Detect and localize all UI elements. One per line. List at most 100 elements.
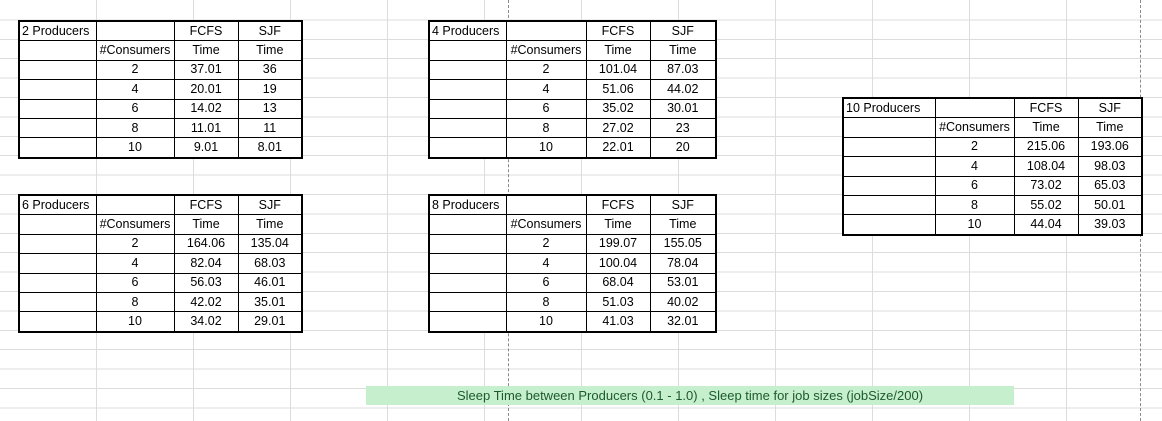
fcfs-time-cell[interactable]: 51.06	[585, 79, 651, 100]
consumers-cell[interactable]: 6	[505, 272, 587, 293]
fcfs-time-cell[interactable]: 41.03	[585, 311, 651, 333]
cell[interactable]	[18, 233, 97, 255]
table-title[interactable]: 10 Producers	[842, 97, 936, 119]
time-header[interactable]: Time	[173, 40, 239, 61]
cell[interactable]	[428, 214, 507, 235]
cell[interactable]	[18, 253, 97, 274]
fcfs-time-cell[interactable]: 68.04	[585, 272, 651, 293]
consumers-cell[interactable]: 4	[934, 156, 1015, 177]
time-header[interactable]: Time	[649, 40, 717, 61]
sjf-time-cell[interactable]: 135.04	[237, 233, 303, 255]
cell[interactable]	[428, 79, 507, 100]
fcfs-time-cell[interactable]: 100.04	[585, 253, 651, 274]
cell[interactable]	[842, 214, 936, 236]
time-header[interactable]: Time	[237, 214, 303, 235]
fcfs-time-cell[interactable]: 101.04	[585, 59, 651, 81]
table-title[interactable]: 2 Producers	[18, 20, 97, 42]
consumers-header[interactable]: #Consumers	[934, 117, 1015, 138]
consumers-cell[interactable]: 4	[505, 253, 587, 274]
consumers-cell[interactable]: 10	[95, 311, 175, 333]
cell[interactable]	[842, 117, 936, 138]
consumers-cell[interactable]: 6	[95, 98, 175, 119]
consumers-cell[interactable]: 2	[95, 59, 175, 81]
cell[interactable]	[95, 20, 175, 42]
consumers-cell[interactable]: 6	[95, 272, 175, 293]
cell[interactable]	[428, 253, 507, 274]
sjf-time-cell[interactable]: 13	[237, 98, 303, 119]
column-header-fcfs[interactable]: FCFS	[173, 194, 239, 216]
cell[interactable]	[95, 194, 175, 216]
sjf-time-cell[interactable]: 20	[649, 137, 717, 159]
column-header-sjf[interactable]: SJF	[649, 194, 717, 216]
consumers-cell[interactable]: 8	[505, 291, 587, 313]
sjf-time-cell[interactable]: 98.03	[1077, 156, 1143, 177]
cell[interactable]	[842, 156, 936, 177]
time-header[interactable]: Time	[1077, 117, 1143, 138]
column-header-fcfs[interactable]: FCFS	[585, 194, 651, 216]
sjf-time-cell[interactable]: 53.01	[649, 272, 717, 293]
sjf-time-cell[interactable]: 19	[237, 79, 303, 100]
fcfs-time-cell[interactable]: 34.02	[173, 311, 239, 333]
cell[interactable]	[18, 40, 97, 61]
cell[interactable]	[428, 40, 507, 61]
cell[interactable]	[428, 98, 507, 119]
cell[interactable]	[18, 59, 97, 81]
consumers-cell[interactable]: 2	[505, 233, 587, 255]
sjf-time-cell[interactable]: 36	[237, 59, 303, 81]
consumers-cell[interactable]: 10	[95, 137, 175, 159]
fcfs-time-cell[interactable]: 14.02	[173, 98, 239, 119]
cell[interactable]	[428, 137, 507, 159]
fcfs-time-cell[interactable]: 42.02	[173, 291, 239, 313]
cell[interactable]	[428, 117, 507, 139]
consumers-header[interactable]: #Consumers	[95, 40, 175, 61]
column-header-fcfs[interactable]: FCFS	[585, 20, 651, 42]
cell[interactable]	[18, 117, 97, 139]
sjf-time-cell[interactable]: 65.03	[1077, 175, 1143, 196]
consumers-cell[interactable]: 4	[95, 79, 175, 100]
cell[interactable]	[18, 291, 97, 313]
sjf-time-cell[interactable]: 8.01	[237, 137, 303, 159]
sjf-time-cell[interactable]: 35.01	[237, 291, 303, 313]
sjf-time-cell[interactable]: 155.05	[649, 233, 717, 255]
sjf-time-cell[interactable]: 46.01	[237, 272, 303, 293]
sjf-time-cell[interactable]: 11	[237, 117, 303, 139]
cell[interactable]	[428, 291, 507, 313]
sjf-time-cell[interactable]: 32.01	[649, 311, 717, 333]
column-header-sjf[interactable]: SJF	[237, 20, 303, 42]
time-header[interactable]: Time	[585, 214, 651, 235]
consumers-header[interactable]: #Consumers	[505, 214, 587, 235]
cell[interactable]	[428, 311, 507, 333]
fcfs-time-cell[interactable]: 73.02	[1013, 175, 1079, 196]
sjf-time-cell[interactable]: 193.06	[1077, 136, 1143, 158]
consumers-cell[interactable]: 6	[934, 175, 1015, 196]
sjf-time-cell[interactable]: 78.04	[649, 253, 717, 274]
fcfs-time-cell[interactable]: 22.01	[585, 137, 651, 159]
cell[interactable]	[18, 311, 97, 333]
time-header[interactable]: Time	[1013, 117, 1079, 138]
fcfs-time-cell[interactable]: 82.04	[173, 253, 239, 274]
fcfs-time-cell[interactable]: 44.04	[1013, 214, 1079, 236]
cell[interactable]	[505, 20, 587, 42]
fcfs-time-cell[interactable]: 108.04	[1013, 156, 1079, 177]
sjf-time-cell[interactable]: 50.01	[1077, 194, 1143, 216]
cell[interactable]	[18, 272, 97, 293]
consumers-cell[interactable]: 2	[95, 233, 175, 255]
fcfs-time-cell[interactable]: 9.01	[173, 137, 239, 159]
column-header-sjf[interactable]: SJF	[237, 194, 303, 216]
consumers-header[interactable]: #Consumers	[95, 214, 175, 235]
table-title[interactable]: 8 Producers	[428, 194, 507, 216]
consumers-cell[interactable]: 8	[505, 117, 587, 139]
fcfs-time-cell[interactable]: 35.02	[585, 98, 651, 119]
consumers-cell[interactable]: 6	[505, 98, 587, 119]
sjf-time-cell[interactable]: 68.03	[237, 253, 303, 274]
table-title[interactable]: 4 Producers	[428, 20, 507, 42]
sjf-time-cell[interactable]: 87.03	[649, 59, 717, 81]
consumers-cell[interactable]: 4	[505, 79, 587, 100]
notes-banner-cell[interactable]: Sleep Time between Producers (0.1 - 1.0)…	[366, 386, 1014, 405]
consumers-header[interactable]: #Consumers	[505, 40, 587, 61]
column-header-sjf[interactable]: SJF	[1077, 97, 1143, 119]
consumers-cell[interactable]: 8	[934, 194, 1015, 216]
sjf-time-cell[interactable]: 39.03	[1077, 214, 1143, 236]
sjf-time-cell[interactable]: 40.02	[649, 291, 717, 313]
sjf-time-cell[interactable]: 30.01	[649, 98, 717, 119]
